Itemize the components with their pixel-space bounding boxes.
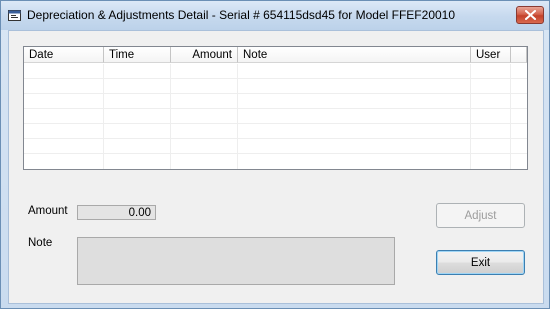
dialog-client-area: Date Time Amount Note User Amount 0.00 N… [8, 30, 544, 304]
grid-line [237, 64, 238, 169]
window-title: Depreciation & Adjustments Detail - Seri… [27, 8, 456, 22]
dialog-window: Depreciation & Adjustments Detail - Seri… [0, 0, 550, 309]
note-field [77, 237, 395, 285]
grid-line [24, 108, 527, 109]
column-header-filler [511, 47, 527, 63]
adjustments-list[interactable]: Date Time Amount Note User [23, 46, 528, 170]
close-button[interactable] [516, 6, 544, 24]
column-header-note[interactable]: Note [238, 47, 471, 63]
column-header-user[interactable]: User [471, 47, 511, 63]
exit-button[interactable]: Exit [436, 250, 525, 275]
grid-line [24, 123, 527, 124]
grid-line [24, 153, 527, 154]
column-header-time[interactable]: Time [104, 47, 171, 63]
grid-line [170, 64, 171, 169]
grid-line [24, 78, 527, 79]
note-label: Note [28, 237, 53, 249]
grid-line [510, 64, 511, 169]
column-header-date[interactable]: Date [24, 47, 104, 63]
amount-field: 0.00 [77, 205, 156, 220]
grid-line [470, 64, 471, 169]
grid-line [24, 138, 527, 139]
column-header-amount[interactable]: Amount [171, 47, 238, 63]
title-bar[interactable]: Depreciation & Adjustments Detail - Seri… [1, 1, 549, 30]
close-icon [525, 10, 536, 20]
app-window-icon[interactable] [8, 9, 22, 22]
adjust-button[interactable]: Adjust [436, 203, 525, 228]
amount-label: Amount [28, 205, 68, 217]
list-header: Date Time Amount Note User [24, 47, 527, 64]
grid-line [24, 93, 527, 94]
grid-line [103, 64, 104, 169]
